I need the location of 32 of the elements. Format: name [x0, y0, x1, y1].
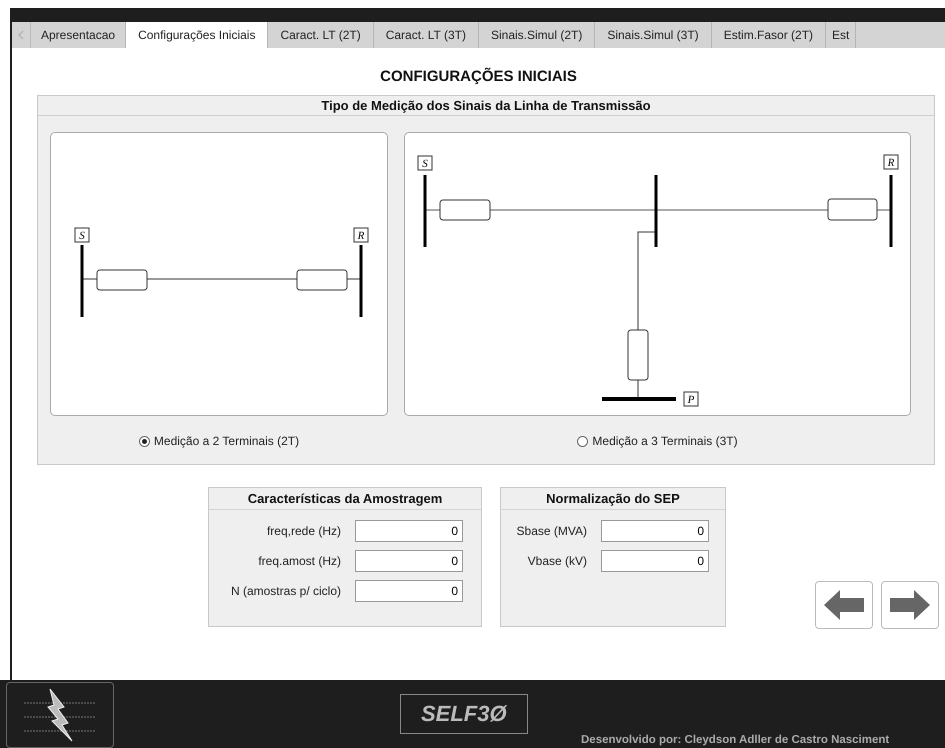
number-field[interactable]: 0 [601, 550, 709, 572]
field-label: Sbase (MVA) [516, 524, 587, 538]
tab[interactable]: Configurações Iniciais [126, 22, 268, 48]
number-field[interactable]: 0 [355, 580, 463, 602]
panel-title: Tipo de Medição dos Sinais da Linha de Transmissão [38, 96, 934, 116]
number-field[interactable]: 0 [355, 550, 463, 572]
bus-label: R [354, 228, 368, 242]
panel-title: Normalização do SEP [501, 488, 725, 510]
left-arrow-icon [824, 589, 864, 621]
radio-icon[interactable] [577, 436, 588, 446]
radio-option[interactable]: Medição a 2 Terminais (2T) [138, 434, 300, 448]
number-field[interactable]: 0 [355, 520, 463, 542]
page-title: CONFIGURAÇÕES INICIAIS [379, 68, 578, 85]
credit-text: Desenvolvido por: Cleydson Adller de Castro Nasciment [581, 734, 890, 746]
field-label: N (amostras p/ ciclo) [230, 584, 341, 598]
field-label: Vbase (kV) [528, 554, 587, 568]
bus-label: R [884, 154, 898, 170]
back-button[interactable] [815, 581, 873, 629]
next-button[interactable] [881, 581, 939, 629]
number-field[interactable]: 0 [601, 520, 709, 542]
field-label: freq.amost (Hz) [258, 554, 341, 568]
bus-label: P [684, 392, 698, 406]
bus-label: S [74, 228, 90, 242]
tab[interactable]: Caract. LT (3T) [374, 22, 479, 48]
app-name: SELF3Ø [400, 694, 528, 734]
panel-title: Características da Amostragem [209, 488, 481, 510]
field-label: freq,rede (Hz) [266, 524, 341, 538]
bus-label: S [418, 156, 432, 170]
radio-icon[interactable] [138, 436, 150, 446]
right-arrow-icon [890, 589, 930, 621]
tab[interactable]: Estim.Fasor (2T) [712, 22, 826, 48]
radio-option[interactable]: Medição a 3 Terminais (3T) [577, 434, 738, 448]
